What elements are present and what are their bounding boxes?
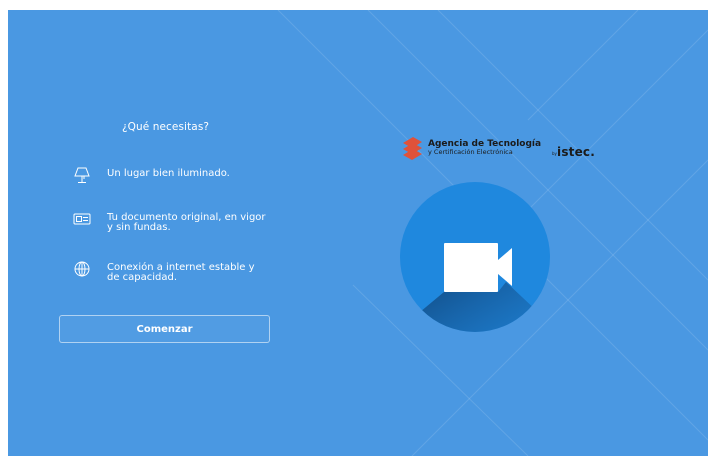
globe-icon <box>74 261 90 277</box>
requirements-heading: ¿Qué necesitas? <box>121 121 210 133</box>
requirement-connection: Conexión a internet estable y de capacid… <box>72 260 272 283</box>
requirement-document-text: Tu documento original, en vigor y sin fu… <box>107 212 266 233</box>
requirement-document: Tu documento original, en vigor y sin fu… <box>72 210 272 233</box>
id-card-icon <box>73 213 91 225</box>
requirement-connection-text: Conexión a internet estable y de capacid… <box>107 262 255 283</box>
istec-brand: istec. <box>557 145 596 159</box>
requirements-panel: ¿Qué necesitas? Un lugar bien iluminado. <box>58 10 273 456</box>
start-button[interactable]: Comenzar <box>59 315 270 343</box>
video-camera-icon <box>400 182 550 332</box>
lamp-icon <box>74 167 90 183</box>
agency-logo: Agencia de Tecnología y Certificación El… <box>400 135 600 165</box>
agency-logo-mark <box>403 137 422 160</box>
requirement-lighting: Un lugar bien iluminado. <box>72 166 272 184</box>
requirement-lighting-text: Un lugar bien iluminado. <box>107 168 230 179</box>
agency-name-line2: y Certificación Electrónica <box>428 148 513 156</box>
app-screen: ¿Qué necesitas? Un lugar bien iluminado. <box>8 10 708 456</box>
